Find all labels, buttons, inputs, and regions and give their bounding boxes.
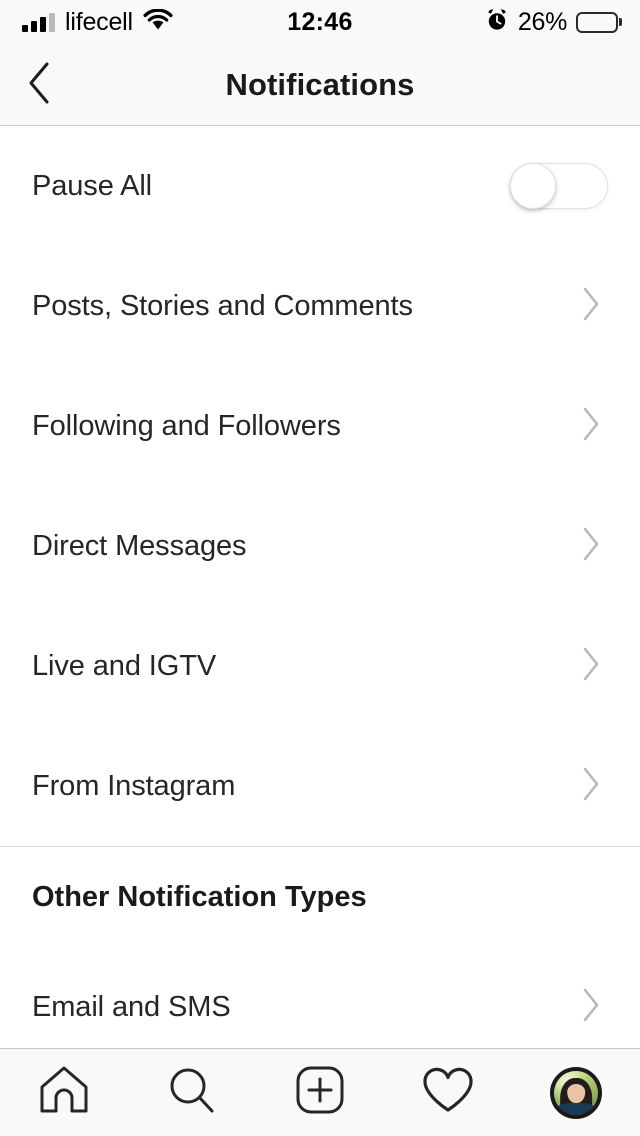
page-title: Notifications	[225, 66, 415, 102]
bottom-tab-bar	[0, 1048, 640, 1136]
chevron-left-icon	[25, 60, 55, 109]
tab-profile[interactable]	[512, 1049, 640, 1136]
home-icon	[38, 1065, 90, 1120]
cellular-signal-icon	[22, 12, 55, 32]
chevron-right-icon	[580, 525, 602, 568]
row-live-and-igtv[interactable]: Live and IGTV	[0, 606, 640, 726]
row-from-instagram[interactable]: From Instagram	[0, 726, 640, 846]
row-label: Following and Followers	[32, 409, 341, 442]
status-bar: lifecell 12:46 26%	[0, 0, 640, 44]
carrier-label: lifecell	[65, 7, 133, 36]
row-label-pause-all: Pause All	[32, 169, 153, 202]
battery-icon	[576, 11, 618, 33]
status-bar-right: 26%	[485, 8, 618, 37]
row-label: Email and SMS	[32, 990, 231, 1023]
chevron-right-icon	[580, 986, 602, 1029]
row-posts-stories-comments[interactable]: Posts, Stories and Comments	[0, 246, 640, 366]
row-following-and-followers[interactable]: Following and Followers	[0, 366, 640, 486]
row-label: Direct Messages	[32, 529, 247, 562]
row-email-and-sms[interactable]: Email and SMS	[0, 947, 640, 1048]
wifi-icon	[143, 8, 173, 36]
toggle-knob	[510, 163, 556, 209]
avatar-photo	[554, 1070, 598, 1115]
heart-icon	[421, 1066, 475, 1119]
pause-all-toggle[interactable]	[510, 163, 608, 209]
tab-home[interactable]	[0, 1049, 128, 1136]
tab-add[interactable]	[256, 1049, 384, 1136]
chevron-right-icon	[580, 765, 602, 808]
row-direct-messages[interactable]: Direct Messages	[0, 486, 640, 606]
chevron-right-icon	[580, 405, 602, 448]
battery-percent-label: 26%	[517, 7, 567, 36]
status-bar-left: lifecell	[22, 8, 173, 37]
tab-activity[interactable]	[384, 1049, 512, 1136]
back-button[interactable]	[0, 44, 70, 125]
chevron-right-icon	[580, 645, 602, 688]
notifications-settings-list: Pause All Posts, Stories and Comments Fo…	[0, 126, 640, 1048]
alarm-clock-icon	[485, 8, 509, 37]
avatar	[550, 1066, 602, 1119]
row-pause-all[interactable]: Pause All	[0, 126, 640, 246]
section-header-other-notification-types: Other Notification Types	[0, 847, 640, 947]
phone-screen: lifecell 12:46 26% Notifications Pause A…	[0, 0, 640, 1136]
row-label: Live and IGTV	[32, 649, 217, 682]
plus-square-icon	[295, 1065, 345, 1120]
row-label: Posts, Stories and Comments	[32, 289, 413, 322]
search-icon	[167, 1065, 217, 1120]
row-label: From Instagram	[32, 769, 236, 802]
chevron-right-icon	[580, 285, 602, 328]
tab-search[interactable]	[128, 1049, 256, 1136]
navigation-header: Notifications	[0, 44, 640, 126]
clock-label: 12:46	[287, 7, 353, 36]
